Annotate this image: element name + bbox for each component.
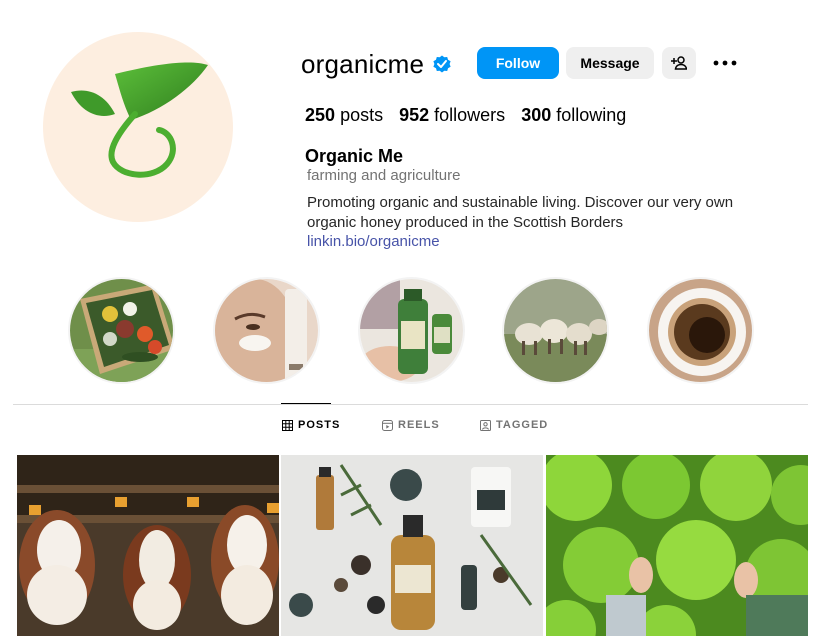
- more-options-button[interactable]: [709, 47, 741, 79]
- follow-button[interactable]: Follow: [477, 47, 559, 79]
- post-organic-skincare-flatlay[interactable]: [281, 455, 543, 636]
- sprout-logo-icon: [71, 62, 208, 178]
- tab-tagged[interactable]: TAGGED: [480, 419, 548, 431]
- stat-posts: 250 posts: [305, 105, 384, 125]
- skincare-flatlay-image: [281, 455, 543, 636]
- post-lettuce-harvest[interactable]: [546, 455, 808, 636]
- more-options-icon: [713, 60, 737, 66]
- profile-header: organicme: [301, 46, 452, 82]
- calves-image: [17, 455, 279, 636]
- highlight-coffee-cup[interactable]: [647, 277, 754, 384]
- verified-badge-icon: [433, 55, 451, 73]
- stat-followers[interactable]: 952 followers: [399, 105, 505, 126]
- highlight-vegetables-basket[interactable]: [68, 277, 175, 384]
- tab-posts[interactable]: POSTS: [282, 419, 340, 431]
- bio-category: farming and agriculture: [307, 167, 461, 184]
- tabs-divider: [13, 404, 808, 405]
- add-user-button[interactable]: [662, 47, 696, 79]
- post-calves-in-barn[interactable]: [17, 455, 279, 636]
- sheep-image: [504, 279, 607, 382]
- highlight-organic-shampoo[interactable]: [358, 277, 465, 384]
- add-user-icon: [671, 56, 687, 70]
- profile-avatar[interactable]: [43, 32, 233, 222]
- bio-link[interactable]: linkin.bio/organicme: [307, 233, 440, 250]
- shampoo-image: [360, 279, 463, 382]
- face-cream-image: [215, 279, 318, 382]
- bio-text: Promoting organic and sustainable living…: [307, 194, 734, 231]
- coffee-image: [649, 279, 752, 382]
- tab-reels[interactable]: REELS: [382, 419, 440, 431]
- username: organicme: [301, 48, 425, 79]
- vegetables-image: [70, 279, 173, 382]
- highlight-sheep-field[interactable]: [502, 277, 609, 384]
- tagged-icon: [480, 419, 491, 431]
- bio-name: Organic Me: [305, 146, 404, 166]
- lettuce-image: [546, 455, 808, 636]
- stat-following[interactable]: 300 following: [521, 105, 626, 126]
- highlight-face-cream[interactable]: [213, 277, 320, 384]
- grid-icon: [282, 419, 293, 431]
- reels-icon: [382, 419, 393, 431]
- message-button[interactable]: Message: [566, 47, 654, 79]
- profile-stats: 250 posts 952 followers 300 following: [305, 105, 642, 126]
- active-tab-indicator: [281, 403, 331, 404]
